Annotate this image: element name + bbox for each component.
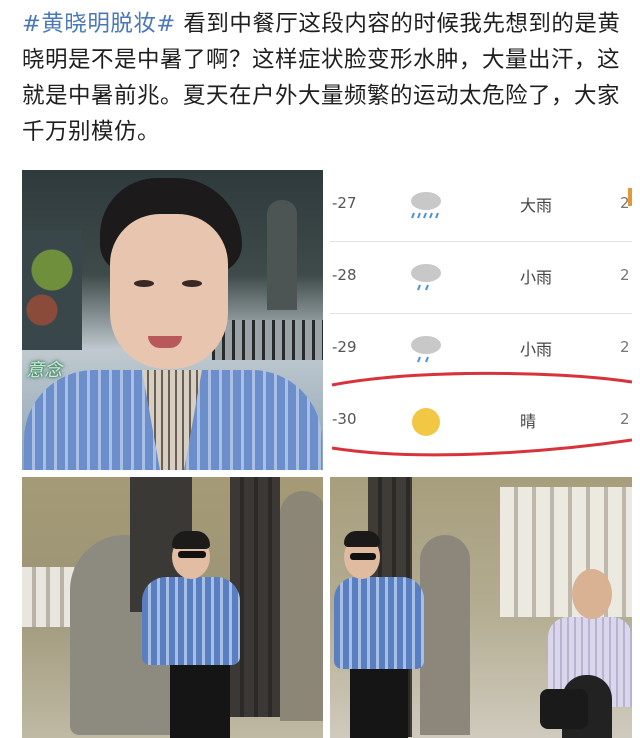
photo-closeup-face[interactable]: 意念	[22, 170, 323, 470]
white-railing	[500, 487, 632, 617]
post-text: #黄晓明脱妆# 看到中餐厅这段内容的时候我先想到的是黄晓明是不是中暑了啊？这样症…	[22, 6, 628, 150]
sunglasses	[178, 551, 206, 558]
black-pants	[350, 667, 408, 738]
left-eye	[134, 280, 154, 287]
weather-forecast-panel[interactable]: -27 大雨 2 -28 小雨 2 -29 小雨 2 -30 晴 2	[330, 170, 632, 470]
red-highlight-ellipse	[331, 371, 632, 457]
background-railing	[212, 320, 323, 360]
camera-icon	[540, 689, 588, 729]
crew-member-head	[572, 569, 612, 619]
striped-shirt	[142, 577, 240, 665]
right-eye	[182, 280, 202, 287]
photo-leaning-on-stone[interactable]	[22, 477, 323, 738]
background-plants	[22, 230, 82, 350]
striped-shirt	[334, 577, 424, 669]
carved-pillar	[420, 535, 470, 735]
photo-with-crew[interactable]	[330, 477, 632, 738]
sunglasses	[350, 553, 376, 560]
hashtag-link[interactable]: #黄晓明脱妆#	[22, 11, 176, 37]
watermark-text: 意念	[26, 360, 62, 381]
hair	[344, 531, 380, 547]
hair	[172, 531, 210, 549]
black-pants	[170, 663, 230, 738]
carved-pillar	[280, 491, 323, 721]
background-pillar	[267, 200, 297, 310]
